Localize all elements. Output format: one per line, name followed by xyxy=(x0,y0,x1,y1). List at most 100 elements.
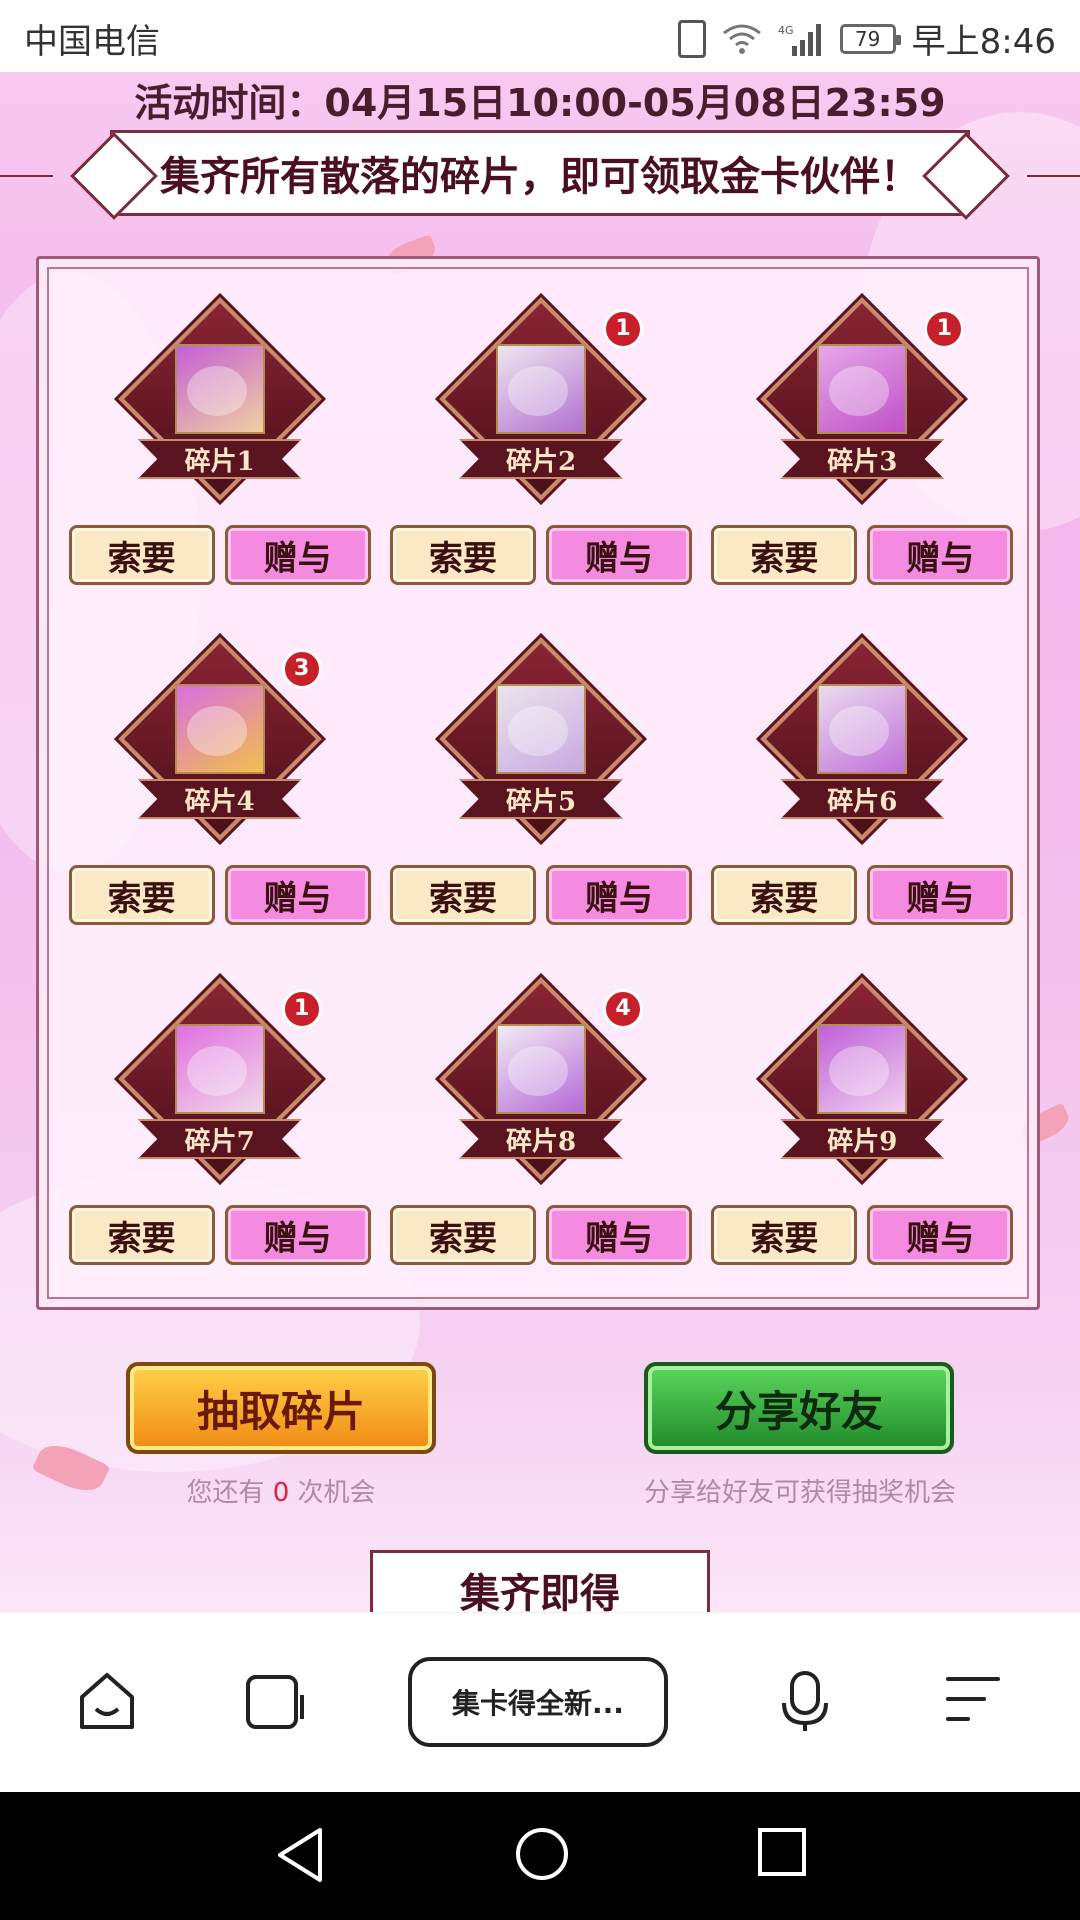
fragment-frame[interactable]: 碎片7 1 xyxy=(117,977,322,1181)
status-icons: 4G 79 早上8:46 xyxy=(677,14,1056,63)
fragment-actions: 索要 赠与 xyxy=(59,865,380,925)
fragment-actions: 索要 赠与 xyxy=(380,1205,701,1265)
mic-icon[interactable] xyxy=(780,1671,830,1737)
fragment-count-badge: 1 xyxy=(602,309,643,349)
back-triangle-icon[interactable] xyxy=(274,1826,326,1888)
fragment-label-ribbon: 碎片8 xyxy=(458,1119,623,1159)
fragment-image xyxy=(174,684,265,774)
fragment-grid: 碎片1 索要 赠与 碎片2 1 索要 赠与 碎片3 1 索要 赠与 碎片4 3 索要 赠与 碎片5 索要 赠与 碎片… xyxy=(59,297,1023,1289)
fragment-frame[interactable]: 碎片4 3 xyxy=(117,637,322,841)
url-bar[interactable]: 集卡得全新... xyxy=(408,1657,668,1747)
ask-button[interactable]: 索要 xyxy=(711,1205,858,1265)
carrier-label: 中国电信 xyxy=(24,22,160,62)
draw-count: 0 xyxy=(272,1478,290,1508)
fragment-label: 碎片4 xyxy=(184,786,255,817)
share-friends-button[interactable]: 分享好友 xyxy=(644,1362,954,1454)
fragment-image xyxy=(817,344,908,434)
give-button[interactable]: 赠与 xyxy=(545,525,692,585)
activity-page: 活动时间：04月15日10:00-05月08日23:59 集齐所有散落的碎片，即… xyxy=(0,72,1080,1612)
ask-button[interactable]: 索要 xyxy=(68,525,215,585)
title-banner: 集齐所有散落的碎片，即可领取金卡伙伴！ xyxy=(0,130,1080,216)
ask-button[interactable]: 索要 xyxy=(711,865,858,925)
ask-button[interactable]: 索要 xyxy=(389,525,536,585)
ask-button[interactable]: 索要 xyxy=(389,1205,536,1265)
fragment-image xyxy=(495,344,586,434)
fragment-label-ribbon: 碎片9 xyxy=(780,1119,945,1159)
fragment-label: 碎片7 xyxy=(184,1126,255,1157)
fragment-actions: 索要 赠与 xyxy=(380,865,701,925)
fragment-label: 碎片1 xyxy=(184,446,255,477)
give-button[interactable]: 赠与 xyxy=(224,865,371,925)
fragment-frame[interactable]: 碎片8 4 xyxy=(439,977,643,1181)
give-button[interactable]: 赠与 xyxy=(867,525,1014,585)
wifi-icon xyxy=(722,23,762,55)
fragment-label-ribbon: 碎片1 xyxy=(137,439,302,479)
draw-fragment-button[interactable]: 抽取碎片 xyxy=(126,1362,436,1454)
square-recent-icon[interactable] xyxy=(756,1826,808,1882)
give-button[interactable]: 赠与 xyxy=(867,1205,1014,1265)
fragment-card: 碎片1 索要 赠与 xyxy=(59,297,380,609)
fragment-label-ribbon: 碎片3 xyxy=(780,439,945,479)
fragment-label-ribbon: 碎片7 xyxy=(137,1119,302,1159)
give-button[interactable]: 赠与 xyxy=(224,525,371,585)
banner-text: 集齐所有散落的碎片，即可领取金卡伙伴！ xyxy=(160,153,920,200)
fragment-actions: 索要 赠与 xyxy=(59,1205,380,1265)
give-button[interactable]: 赠与 xyxy=(224,1205,371,1265)
circle-home-icon[interactable] xyxy=(514,1826,570,1886)
fragment-actions: 索要 赠与 xyxy=(380,525,701,585)
draw-hint: 您还有 0 次机会 xyxy=(186,1478,376,1508)
battery-icon: 79 xyxy=(839,23,901,54)
fragment-frame[interactable]: 碎片6 xyxy=(760,637,965,841)
give-button[interactable]: 赠与 xyxy=(545,1205,692,1265)
ask-button[interactable]: 索要 xyxy=(68,1205,215,1265)
home-icon[interactable] xyxy=(76,1671,138,1737)
ask-button[interactable]: 索要 xyxy=(389,865,536,925)
fragment-card: 碎片9 索要 赠与 xyxy=(702,977,1023,1289)
fragment-label: 碎片6 xyxy=(827,786,898,817)
fragment-frame[interactable]: 碎片5 xyxy=(439,637,643,841)
fragment-card: 碎片4 3 索要 赠与 xyxy=(59,637,380,949)
signal-icon: 4G xyxy=(778,22,824,56)
fragment-count-badge: 1 xyxy=(281,989,322,1029)
ask-button[interactable]: 索要 xyxy=(68,865,215,925)
activity-time: 活动时间：04月15日10:00-05月08日23:59 xyxy=(134,81,946,125)
collect-reward-banner: 集齐即得 xyxy=(370,1550,710,1612)
fragment-card: 碎片6 索要 赠与 xyxy=(702,637,1023,949)
fragment-label-ribbon: 碎片4 xyxy=(137,779,302,819)
share-hint: 分享给好友可获得抽奖机会 xyxy=(643,1478,956,1508)
give-button[interactable]: 赠与 xyxy=(867,865,1014,925)
give-button[interactable]: 赠与 xyxy=(545,865,692,925)
fragment-actions: 索要 赠与 xyxy=(59,525,380,585)
fragment-label-ribbon: 碎片6 xyxy=(780,779,945,819)
fragment-card: 碎片3 1 索要 赠与 xyxy=(702,297,1023,609)
fragment-card: 碎片8 4 索要 赠与 xyxy=(380,977,701,1289)
fragment-image xyxy=(817,684,908,774)
fragment-panel: 碎片1 索要 赠与 碎片2 1 索要 赠与 碎片3 1 索要 赠与 碎片4 3 索要 赠与 碎片5 索要 赠与 碎片… xyxy=(36,256,1040,1310)
fragment-frame[interactable]: 碎片9 xyxy=(760,977,965,1181)
collect-reward-title: 集齐即得 xyxy=(460,1570,620,1612)
menu-icon[interactable] xyxy=(944,1671,1002,1731)
fragment-frame[interactable]: 碎片3 1 xyxy=(760,297,965,501)
fragment-actions: 索要 赠与 xyxy=(702,865,1023,925)
fragment-image xyxy=(174,344,265,434)
fragment-image xyxy=(495,684,586,774)
fragment-card: 碎片5 索要 赠与 xyxy=(380,637,701,949)
fragment-count-badge: 4 xyxy=(602,989,643,1029)
browser-toolbar: 集卡得全新... xyxy=(0,1612,1080,1792)
status-bar: 中国电信 4G 79 早上8:46 xyxy=(0,0,1080,72)
fragment-image xyxy=(817,1024,908,1114)
fragment-label: 碎片5 xyxy=(505,786,577,817)
fragment-label: 碎片9 xyxy=(827,1126,898,1157)
fragment-label: 碎片2 xyxy=(505,446,577,477)
fragment-actions: 索要 赠与 xyxy=(702,1205,1023,1265)
fragment-label-ribbon: 碎片5 xyxy=(458,779,623,819)
fragment-label: 碎片8 xyxy=(505,1126,577,1157)
fragment-image xyxy=(495,1024,586,1114)
ask-button[interactable]: 索要 xyxy=(711,525,858,585)
fragment-frame[interactable]: 碎片1 xyxy=(117,297,322,501)
fragment-frame[interactable]: 碎片2 1 xyxy=(439,297,643,501)
tabs-icon[interactable] xyxy=(244,1671,306,1737)
clock: 早上8:46 xyxy=(911,22,1056,62)
fragment-image xyxy=(174,1024,265,1114)
fragment-label-ribbon: 碎片2 xyxy=(458,439,623,479)
